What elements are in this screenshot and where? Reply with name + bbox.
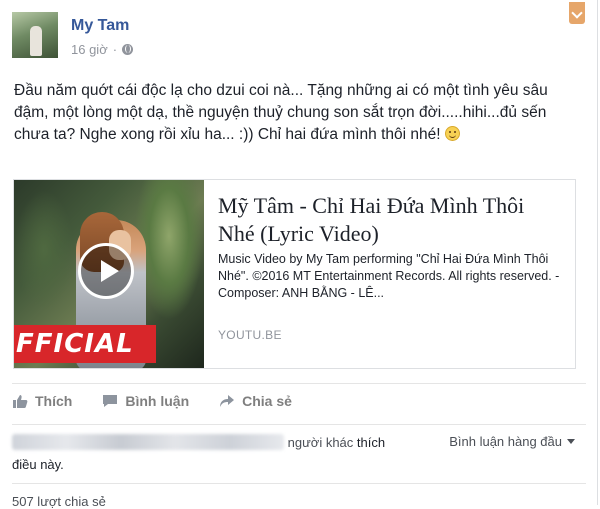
sort-label: Bình luận hàng đầu	[449, 434, 562, 449]
share-label: Chia sẻ	[242, 393, 292, 409]
play-icon[interactable]	[78, 243, 134, 299]
post-body: Đầu năm quớt cái độc lạ cho dzui coi nà.…	[14, 82, 548, 143]
share-count[interactable]: 507 lượt chia sẻ	[12, 494, 106, 509]
divider	[12, 483, 586, 484]
like-button[interactable]: Thích	[12, 393, 72, 409]
chevron-down-icon[interactable]	[569, 2, 585, 24]
comment-button[interactable]: Bình luận	[102, 393, 189, 409]
post-meta: 16 giờ ·	[71, 42, 134, 57]
divider	[12, 383, 586, 384]
like-icon	[13, 395, 28, 408]
author-avatar[interactable]	[12, 12, 58, 58]
like-word: thích	[356, 435, 386, 450]
post-text: Đầu năm quớt cái độc lạ cho dzui coi nà.…	[14, 80, 584, 146]
video-thumbnail[interactable]: FFICIAL	[14, 180, 204, 368]
official-banner: FFICIAL	[14, 325, 156, 363]
like-label: Thích	[35, 393, 73, 409]
author-name[interactable]: My Tam	[71, 17, 129, 35]
comment-label: Bình luận	[125, 393, 190, 409]
link-title[interactable]: Mỹ Tâm - Chỉ Hai Đứa Mình Thôi Nhé (Lyri…	[218, 192, 563, 248]
action-bar: Thích Bình luận Chia sẻ	[12, 393, 292, 409]
post-time[interactable]: 16 giờ	[71, 42, 108, 57]
link-domain: YOUTU.BE	[218, 328, 282, 342]
link-description: Music Video by My Tam performing "Chỉ Ha…	[218, 252, 560, 300]
globe-icon[interactable]	[122, 44, 134, 55]
comment-sort-dropdown[interactable]: Bình luận hàng đầu	[449, 434, 575, 449]
blurred-names	[12, 434, 284, 450]
divider	[12, 424, 586, 425]
comment-icon	[103, 395, 118, 407]
meta-separator: ·	[112, 42, 118, 57]
link-preview[interactable]: FFICIAL Mỹ Tâm - Chỉ Hai Đứa Mình Thôi N…	[13, 179, 576, 369]
share-icon	[220, 395, 235, 407]
reactions-line2: điều này.	[12, 457, 64, 472]
facebook-post-card: My Tam 16 giờ · Đầu năm quớt cái độc lạ …	[0, 0, 598, 509]
share-button[interactable]: Chia sẻ	[219, 393, 292, 409]
smiley-icon	[444, 126, 460, 141]
caret-down-icon	[567, 439, 575, 444]
others-link[interactable]: người khác	[288, 435, 354, 450]
